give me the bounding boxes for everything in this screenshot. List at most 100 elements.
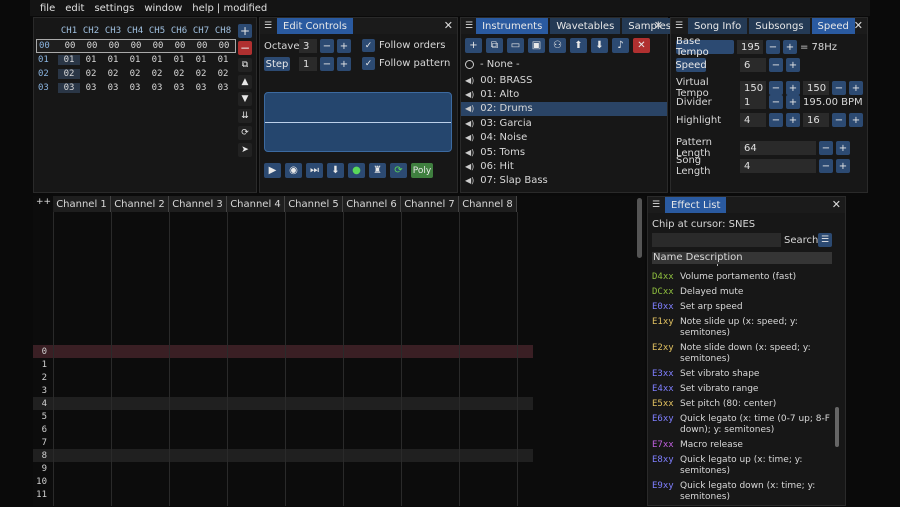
- effect-item[interactable]: D3xx Volume portamento: [652, 264, 832, 268]
- instrument-item[interactable]: ◀) 04: Noise: [461, 131, 667, 145]
- instrument-item[interactable]: ◀) 07: Slap Bass: [461, 174, 667, 188]
- order-cell[interactable]: 01: [190, 55, 212, 65]
- edit-mode-icon[interactable]: ●: [348, 163, 365, 178]
- pattern-row[interactable]: 10..........E-400..........G-401........…: [33, 475, 533, 488]
- pattern-row[interactable]: 0.......................................…: [33, 345, 533, 358]
- step-increase-button[interactable]: +: [337, 57, 351, 71]
- speaker-icon[interactable]: ♪: [612, 38, 629, 53]
- follow-pattern-checkbox[interactable]: ✓: [362, 57, 375, 70]
- pattern-length-decrease-button[interactable]: −: [819, 141, 833, 155]
- speed-decrease-button[interactable]: −: [769, 58, 783, 72]
- channel-header[interactable]: Channel 4: [227, 196, 285, 212]
- order-cell[interactable]: 02: [102, 69, 124, 79]
- order-cell[interactable]: 00: [59, 41, 81, 51]
- order-cell[interactable]: 00: [103, 41, 125, 51]
- order-row[interactable]: 02 02 02 02 02 02 02 02 02: [36, 67, 236, 81]
- virtual-tempo-numerator-input[interactable]: 150: [740, 81, 766, 95]
- song-length-decrease-button[interactable]: −: [819, 159, 833, 173]
- step-label[interactable]: Step: [264, 57, 290, 71]
- channel-header[interactable]: Channel 6: [343, 196, 401, 212]
- tab-instruments[interactable]: Instruments: [476, 18, 549, 34]
- order-cell[interactable]: 01: [212, 55, 234, 65]
- pattern-row[interactable]: 3.......................................…: [33, 384, 533, 397]
- effect-item[interactable]: E8xy Quick legato up (x: time; y: semiton…: [652, 455, 832, 477]
- speed-input[interactable]: 6: [740, 58, 766, 72]
- divider-increase-button[interactable]: +: [786, 95, 800, 109]
- close-icon[interactable]: ✕: [654, 19, 663, 32]
- none-radio-icon[interactable]: [465, 60, 474, 69]
- order-cell[interactable]: 03: [102, 83, 124, 93]
- order-cell[interactable]: 00: [191, 41, 213, 51]
- order-row[interactable]: 00 00 00 00 00 00 00 00 00: [36, 39, 236, 53]
- divider-decrease-button[interactable]: −: [769, 95, 783, 109]
- order-cell[interactable]: 02: [80, 69, 102, 79]
- vt-den-decrease-button[interactable]: −: [832, 81, 846, 95]
- tab-effect-list[interactable]: Effect List: [665, 197, 727, 213]
- channel-header[interactable]: Channel 7: [401, 196, 459, 212]
- cursor-icon[interactable]: ➤: [238, 143, 252, 157]
- open-file-icon[interactable]: ▭: [507, 38, 524, 53]
- step-input[interactable]: 1: [299, 57, 317, 71]
- order-row[interactable]: 03 03 03 03 03 03 03 03 03: [36, 81, 236, 95]
- menu-icon[interactable]: ☰: [652, 200, 662, 210]
- highlight-b-increase-button[interactable]: +: [849, 113, 863, 127]
- highlight-a-input[interactable]: 4: [740, 113, 766, 127]
- highlight-a-decrease-button[interactable]: −: [769, 113, 783, 127]
- order-cell[interactable]: 02: [168, 69, 190, 79]
- effect-item[interactable]: D4xx Volume portamento (fast): [652, 272, 832, 283]
- menu-help[interactable]: help: [192, 3, 214, 14]
- remove-order-icon[interactable]: −: [238, 41, 252, 55]
- order-cell[interactable]: 00: [125, 41, 147, 51]
- pattern-row[interactable]: 9..............................OFF......…: [33, 462, 533, 475]
- base-tempo-button[interactable]: Base Tempo: [676, 36, 734, 58]
- pattern-toggle-icon[interactable]: ++: [36, 197, 51, 207]
- effect-item[interactable]: E1xy Note slide up (x: speed; y: semitone…: [652, 317, 832, 339]
- channel-header[interactable]: Channel 5: [285, 196, 343, 212]
- effect-item[interactable]: E9xy Quick legato down (x: time; y: semit…: [652, 481, 832, 503]
- instrument-item[interactable]: ◀) 03: Garcia: [461, 116, 667, 130]
- step-one-row-icon[interactable]: ⏭: [306, 163, 323, 178]
- step-decrease-button[interactable]: −: [320, 57, 334, 71]
- metronome-icon[interactable]: ♜: [369, 163, 386, 178]
- order-cell[interactable]: 01: [124, 55, 146, 65]
- instrument-item[interactable]: ◀) 00: BRASS: [461, 73, 667, 87]
- order-cell[interactable]: 00: [213, 41, 235, 51]
- speed-button[interactable]: Speed: [675, 58, 707, 72]
- list-options-icon[interactable]: ☰: [818, 233, 832, 247]
- order-cell[interactable]: 00: [169, 41, 191, 51]
- order-cell[interactable]: 00: [81, 41, 103, 51]
- add-instrument-icon[interactable]: +: [465, 38, 482, 53]
- menu-window[interactable]: window: [144, 3, 182, 14]
- play-icon[interactable]: ▶: [264, 163, 281, 178]
- pattern-row[interactable]: 7..............................E-50140..…: [33, 436, 533, 449]
- order-cell[interactable]: 02: [58, 69, 80, 79]
- order-cell[interactable]: 02: [124, 69, 146, 79]
- channel-header[interactable]: Channel 8: [459, 196, 517, 212]
- octave-input[interactable]: 3: [299, 39, 317, 53]
- pattern-row[interactable]: 4..........C-50055..........E-5017F.....…: [33, 397, 533, 410]
- repeat-pattern-icon[interactable]: ⟳: [390, 163, 407, 178]
- menu-icon[interactable]: ☰: [465, 21, 473, 31]
- instrument-item[interactable]: ◀) 06: Hit: [461, 159, 667, 173]
- effect-item[interactable]: DCxx Delayed mute: [652, 287, 832, 298]
- pattern-length-input[interactable]: 64: [740, 141, 816, 155]
- order-cell[interactable]: 01: [102, 55, 124, 65]
- octave-increase-button[interactable]: +: [337, 39, 351, 53]
- menu-settings[interactable]: settings: [94, 3, 134, 14]
- vt-num-decrease-button[interactable]: −: [769, 81, 783, 95]
- order-cell[interactable]: 02: [212, 69, 234, 79]
- effect-search-input[interactable]: [652, 233, 781, 247]
- none-label[interactable]: - None -: [480, 59, 520, 70]
- move-down-icon[interactable]: ⬇: [591, 38, 608, 53]
- tab-song-info[interactable]: Song Info: [688, 18, 748, 34]
- order-cell[interactable]: 03: [80, 83, 102, 93]
- order-cell[interactable]: 03: [168, 83, 190, 93]
- menu-icon[interactable]: ☰: [675, 21, 685, 31]
- base-tempo-increase-button[interactable]: +: [783, 40, 797, 54]
- pattern-row[interactable]: 8..........G-400..........C-501.........…: [33, 449, 533, 462]
- menu-file[interactable]: file: [40, 3, 55, 14]
- effect-item[interactable]: E0xx Set arp speed: [652, 302, 832, 313]
- delete-instrument-icon[interactable]: ✕: [633, 38, 650, 53]
- channel-header[interactable]: Channel 2: [111, 196, 169, 212]
- menu-icon[interactable]: ☰: [264, 21, 274, 31]
